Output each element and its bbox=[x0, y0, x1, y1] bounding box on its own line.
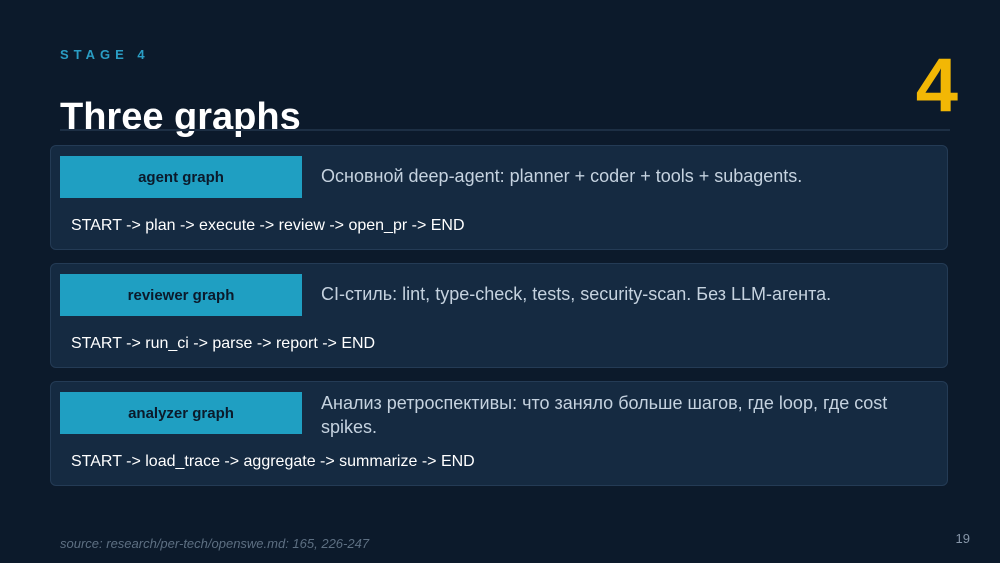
graph-card-agent: agent graph Основной deep-agent: planner… bbox=[50, 145, 948, 250]
graph-tag: agent graph bbox=[60, 156, 302, 198]
stage-number: 4 bbox=[915, 43, 958, 128]
graph-tag: analyzer graph bbox=[60, 392, 302, 434]
graph-card-reviewer: reviewer graph CI-стиль: lint, type-chec… bbox=[50, 263, 948, 368]
page-number: 19 bbox=[955, 531, 970, 546]
source-note: source: research/per-tech/openswe.md: 16… bbox=[60, 536, 370, 551]
graph-description: CI-стиль: lint, type-check, tests, secur… bbox=[321, 284, 832, 304]
graph-flow: START -> load_trace -> aggregate -> summ… bbox=[71, 453, 475, 470]
slide-title: Three graphs bbox=[60, 96, 301, 138]
title-divider bbox=[60, 129, 950, 131]
graph-description: Анализ ретроспективы: что заняло больше … bbox=[321, 393, 888, 438]
graph-flow: START -> plan -> execute -> review -> op… bbox=[71, 217, 465, 234]
graph-card-analyzer: analyzer graph Анализ ретроспективы: что… bbox=[50, 381, 948, 486]
graph-tag: reviewer graph bbox=[60, 274, 302, 316]
graph-flow: START -> run_ci -> parse -> report -> EN… bbox=[71, 335, 376, 352]
graph-description: Основной deep-agent: planner + coder + t… bbox=[321, 166, 803, 186]
stage-label: STAGE 4 bbox=[60, 47, 150, 62]
